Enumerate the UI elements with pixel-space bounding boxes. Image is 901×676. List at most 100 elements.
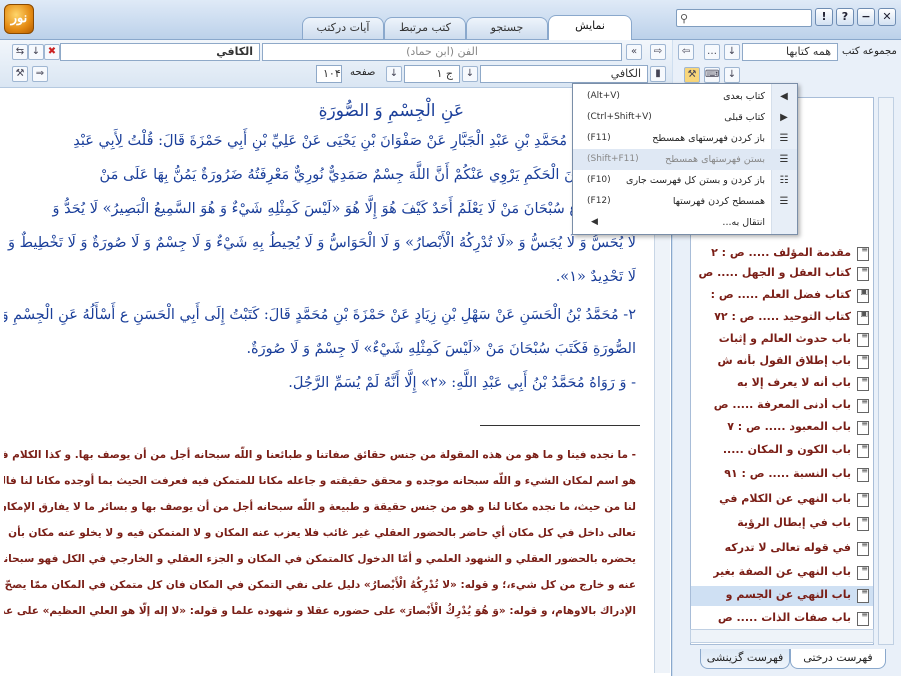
tree-item[interactable]: ▣ كتاب التوحيد ..... ص : ۷۲ [691, 308, 873, 328]
text-line: لَا تَحْدِيدٌ «۱». [555, 269, 636, 285]
document-icon: ≡ [857, 354, 869, 369]
document-icon: ≡ [857, 611, 869, 626]
double-left-icon[interactable]: « [626, 44, 642, 60]
down-arrow-icon[interactable]: ↓ [28, 44, 44, 60]
tab-selective-index[interactable]: فهرست گزینشی [700, 649, 790, 669]
document-icon: ≡ [857, 588, 869, 603]
commentary-line: الإدراك بالاوهام، و قوله: «وَ هُوَ يُدْر… [4, 605, 636, 617]
tree-item[interactable]: ≡ باب النهي عن الكلام في [691, 490, 873, 510]
text-line: الصُّورَةِ فَكَتَبَ سُبْحَانَ مَنْ «لَيْ… [246, 341, 636, 357]
tab-related-books[interactable]: کتب مرتبط [384, 17, 466, 39]
tree-item[interactable]: ≡ باب صفات الذات ..... ص [691, 609, 873, 629]
tree-item[interactable]: ≡ باب حدوث العالم و إثبات [691, 330, 873, 350]
tree-item[interactable]: ≡ باب في إبطال الرؤية [691, 514, 873, 534]
page-number-field[interactable]: ۱۰۴ [316, 65, 342, 83]
wrench-icon[interactable]: ⚒ [684, 67, 700, 83]
tree-item[interactable]: ≡ باب النهي عن الصفة بغير [691, 563, 873, 583]
tree-item[interactable]: ≡ باب المعبود ..... ص : ۷ [691, 418, 873, 438]
tree-item[interactable]: ▣ كتاب فضل العلم ..... ص : [691, 286, 873, 306]
app-logo: نور [4, 4, 34, 34]
more-icon[interactable]: … [704, 44, 720, 60]
menu-item-go-to[interactable]: انتقال به... ◀ [573, 212, 797, 233]
tab-display[interactable]: نمایش [548, 15, 632, 41]
tab-verses-in-books[interactable]: آیات درکتب [302, 17, 384, 39]
previous-book-icon: ▶ [780, 112, 788, 123]
collection-select[interactable]: همه کتابها [742, 43, 838, 61]
page-label: صفحه [350, 67, 376, 78]
expand-icon[interactable]: ⇆ [12, 44, 28, 60]
menu-item-previous-book[interactable]: ▶ کتاب قبلی (Ctrl+Shift+V) [573, 107, 797, 128]
book-title-field: الكافي [60, 43, 260, 61]
tree-scrollbar[interactable] [878, 97, 894, 645]
tree-down-icon[interactable]: ↓ [724, 67, 740, 83]
dropdown-arrow-icon[interactable]: ↓ [724, 44, 740, 60]
book-icon: ▣ [857, 288, 869, 303]
info-button[interactable]: ! [815, 8, 833, 26]
submenu-arrow-icon: ◀ [591, 217, 598, 227]
toggle-all-icon: ☷ [779, 175, 789, 186]
tree-item[interactable]: ≡ مقدمة المؤلف ..... ص : ۲ [691, 244, 873, 264]
section-heading: عَنِ الْجِسْمِ وَ الصُّورَةِ [318, 101, 464, 121]
document-icon: ≡ [857, 467, 869, 482]
menu-item-collapse-siblings[interactable]: ☰ بستن فهرستهای همسطح (Shift+F11) [573, 149, 797, 170]
tree-item[interactable]: ≡ باب النسبة ..... ص : ۹۱ [691, 465, 873, 485]
tree-item-selected[interactable]: ≡ باب النهي عن الجسم و [691, 586, 873, 606]
text-line: ۲- مُحَمَّدُ بْنُ الْحَسَنِ عَنْ سَهْلِ … [4, 307, 636, 323]
volume-down-icon[interactable]: ↓ [462, 66, 478, 82]
tab-tree-index[interactable]: فهرست درختی [790, 649, 886, 669]
document-icon: ≡ [857, 492, 869, 507]
context-menu: ◀ کتاب بعدی (Alt+V) ▶ کتاب قبلی (Ctrl+Sh… [572, 83, 798, 235]
tree-item[interactable]: ≡ باب إطلاق القول بأنه ش [691, 352, 873, 372]
book-text-area: عَنِ الْجِسْمِ وَ الصُّورَةِ إِدْرِيسَ ع… [4, 93, 654, 663]
menu-item-toggle-all[interactable]: ☷ باز کردن و بستن کل فهرست جاری (F10) [573, 170, 797, 191]
tree-item[interactable]: ≡ باب أدنى المعرفة ..... ص [691, 396, 873, 416]
bookmark-icon[interactable]: ▮ [650, 66, 666, 82]
close-book-icon[interactable]: ✖ [44, 44, 60, 60]
text-line: تُ هِشَامَ بْنَ الْحَكَمِ يَرْوِي عَنْكُ… [99, 167, 636, 183]
document-icon: ≡ [857, 443, 869, 458]
forward-arrow-icon[interactable]: ⇨ [650, 44, 666, 60]
book-select-field[interactable]: الكافي [480, 65, 648, 83]
text-line: لَا يُحَسُّ وَ لَا يُجَسُّ وَ «لَا تُدْر… [8, 235, 636, 251]
document-icon: ≡ [857, 420, 869, 435]
tree-horizontal-scrollbar[interactable] [690, 629, 874, 643]
tree-item[interactable]: ≡ كتاب العقل و الجهل ..... ص [691, 264, 873, 284]
back-arrow-icon[interactable]: ⇦ [678, 44, 694, 60]
tree-item[interactable]: ≡ باب أنه لا يعرف إلا به [691, 374, 873, 394]
document-icon: ≡ [857, 246, 869, 261]
commentary-line: لنا من حيث، ما نجده مكانا لنا و هو من جن… [4, 501, 636, 513]
document-icon: ≡ [857, 376, 869, 391]
volume-field[interactable]: ج ۱ [404, 65, 460, 83]
commentary-line: تعالى داخل في كل مكان أي حاضر بالحضور ال… [4, 527, 636, 539]
export-icon[interactable]: ⇒ [32, 66, 48, 82]
next-book-icon: ◀ [780, 91, 788, 102]
minimize-button[interactable]: − [857, 8, 875, 26]
commentary-line: عنه و خارج من كل شيء،؛ و قوله: «لا تُدْر… [4, 579, 636, 591]
footnote-divider [480, 425, 640, 426]
document-icon: ≡ [857, 565, 869, 580]
commentary-line: هو اسم لمكان الشيء و اللّه سبحانه موجده … [4, 475, 636, 487]
expand-siblings-icon: ☰ [779, 133, 789, 144]
help-button[interactable]: ? [836, 8, 854, 26]
text-line: لْقِهِ فَقَالَ ع سُبْحَانَ مَنْ لَا يَعْ… [52, 201, 636, 217]
menu-item-next-book[interactable]: ◀ کتاب بعدی (Alt+V) [573, 86, 797, 107]
collection-label: مجموعه کتب [842, 46, 897, 57]
tab-search[interactable]: جستجو [466, 17, 548, 39]
menu-item-flatten[interactable]: ☰ همسطح کردن فهرستها (F12) [573, 191, 797, 212]
menu-item-expand-siblings[interactable]: ☰ باز کردن فهرستهای همسطح (F11) [573, 128, 797, 149]
tree-item[interactable]: ≡ في قوله تعالى لا تدركه [691, 539, 873, 559]
page-down-icon[interactable]: ↓ [386, 66, 402, 82]
text-line: - وَ رَوَاهُ مُحَمَّدُ بْنُ أَبِي عَبْدِ… [288, 375, 636, 391]
keyboard-icon[interactable]: ⌨ [704, 67, 720, 83]
search-input[interactable]: ⚲ [676, 9, 812, 27]
close-button[interactable]: ✕ [878, 8, 896, 26]
section-field[interactable]: الفن (ابن حماد) [262, 43, 622, 61]
book-icon: ▣ [857, 310, 869, 325]
tools-icon[interactable]: ⚒ [12, 66, 28, 82]
commentary-line: يحضره بالحضور العقلي و الشهود العلمي و أ… [4, 553, 636, 565]
commentary-line: - ما نجده فينا و ما هو من هذه المقولة من… [4, 449, 636, 461]
document-icon: ≡ [857, 332, 869, 347]
tree-item[interactable]: ≡ باب الكون و المكان ..... [691, 441, 873, 461]
document-icon: ≡ [857, 516, 869, 531]
collapse-siblings-icon: ☰ [779, 154, 789, 165]
